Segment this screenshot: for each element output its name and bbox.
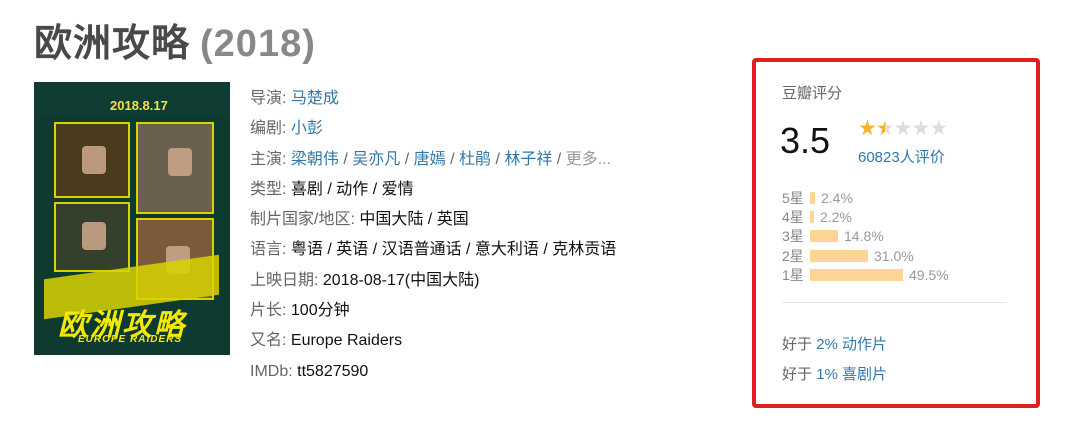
- star-empty-icon: ★: [911, 117, 930, 140]
- info-writer: 编剧: 小彭: [250, 120, 323, 138]
- rating-bar-row: 1星 49.5%: [782, 266, 949, 283]
- info-release: 上映日期: 2018-08-17(中国大陆): [250, 271, 480, 289]
- rating-distribution: 5星 2.4% 4星 2.2% 3星 14.8% 2星 31.0% 1星 49.…: [782, 188, 949, 284]
- rating-label: 豆瓣评分: [782, 85, 843, 102]
- cast-link[interactable]: 梁朝伟: [291, 151, 339, 168]
- rating-bar-row: 5星 2.4%: [782, 189, 853, 206]
- rating-bar: [810, 191, 815, 204]
- info-genre: 类型: 喜剧 / 动作 / 爱情: [250, 180, 414, 198]
- info-language: 语言: 粤语 / 英语 / 汉语普通话 / 意大利语 / 克林贡语: [250, 241, 617, 259]
- cast-link[interactable]: 林子祥: [504, 151, 552, 168]
- rating-bar: [810, 268, 903, 281]
- star-empty-icon: ★: [929, 117, 948, 140]
- info-aka: 又名: Europe Raiders: [250, 332, 403, 350]
- better-than-link[interactable]: 2% 动作片: [816, 336, 887, 353]
- star-half-icon: ★: [875, 117, 895, 140]
- rating-bar-row: 4星 2.2%: [782, 208, 852, 225]
- divider: [782, 302, 1006, 303]
- star-empty-icon: ★: [893, 117, 913, 140]
- star-full-icon: ★: [858, 117, 877, 140]
- rating-score: 3.5: [780, 120, 831, 161]
- poster-subtitle: EUROPE RAIDERS: [78, 334, 183, 345]
- info-country: 制片国家/地区: 中国大陆 / 英国: [250, 211, 469, 229]
- page-title: 欧洲攻略 (2018): [34, 12, 316, 67]
- cast-link[interactable]: 杜鹃: [459, 151, 491, 168]
- poster-panel: [136, 122, 214, 214]
- info-cast: 主演: 梁朝伟 / 吴亦凡 / 唐嫣 / 杜鹃 / 林子祥 / 更多...: [250, 150, 612, 168]
- rating-bar: [810, 230, 838, 243]
- cast-more-link[interactable]: 更多...: [566, 151, 611, 168]
- rating-bar-row: 2星 31.0%: [782, 247, 914, 264]
- poster-panel: [54, 122, 130, 198]
- better-than-link[interactable]: 1% 喜剧片: [816, 366, 887, 383]
- rating-stars: ★★★★★: [858, 116, 948, 141]
- writer-link[interactable]: 小彭: [291, 120, 323, 137]
- info-runtime: 片长: 100分钟: [250, 302, 350, 320]
- movie-year: (2018): [200, 23, 316, 65]
- movie-poster[interactable]: 2018.8.17 欧洲攻略 EUROPE RAIDERS: [34, 82, 230, 355]
- info-imdb: IMDb: tt5827590: [250, 362, 369, 380]
- director-link[interactable]: 马楚成: [291, 90, 339, 107]
- movie-title: 欧洲攻略: [34, 23, 191, 65]
- votes-link[interactable]: 60823人评价: [858, 146, 945, 167]
- cast-link[interactable]: 吴亦凡: [352, 151, 400, 168]
- movie-info: 导演: 马楚成 编剧: 小彭 主演: 梁朝伟 / 吴亦凡 / 唐嫣 / 杜鹃 /…: [250, 84, 616, 387]
- better-than-row: 好于 1% 喜剧片: [782, 366, 888, 383]
- rating-panel: 豆瓣评分 3.5 ★★★★★ 60823人评价 5星 2.4% 4星 2.2% …: [752, 58, 1040, 408]
- cast-link[interactable]: 唐嫣: [414, 151, 446, 168]
- info-director: 导演: 马楚成: [250, 90, 339, 107]
- rating-bar: [810, 249, 868, 262]
- rating-bar-row: 3星 14.8%: [782, 228, 884, 245]
- better-than-row: 好于 2% 动作片: [782, 336, 888, 353]
- poster-date: 2018.8.17: [110, 98, 168, 113]
- rating-bar: [810, 210, 814, 223]
- poster-panel: [54, 202, 130, 272]
